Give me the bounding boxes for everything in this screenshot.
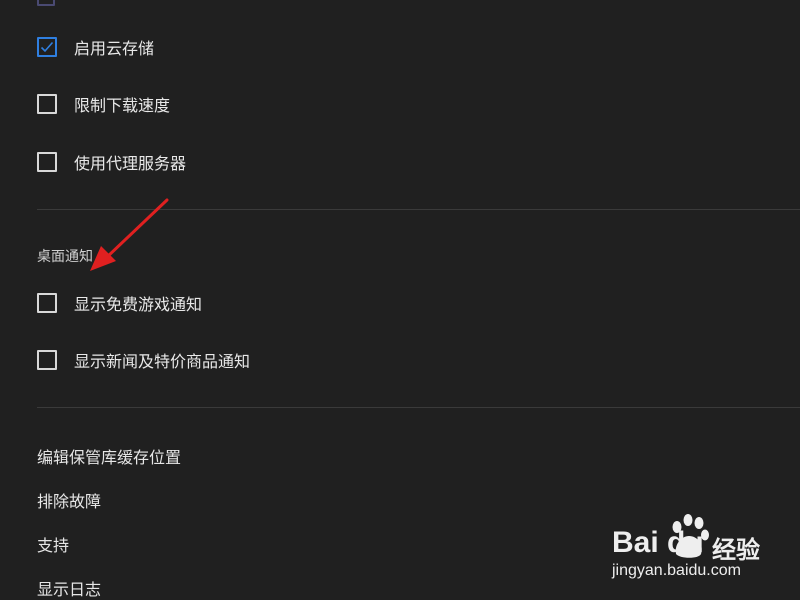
free-games-notification-label: 显示免费游戏通知: [74, 295, 203, 314]
section-divider: [37, 209, 800, 210]
limit-download-speed-checkbox[interactable]: [37, 94, 57, 114]
section-divider: [37, 407, 800, 408]
baidu-jingyan-watermark: Bai du 经验 jingyan.baidu.com: [612, 514, 792, 584]
enable-cloud-storage-checkbox-row[interactable]: 启用云存储: [37, 35, 154, 59]
news-deals-notification-label: 显示新闻及特价商品通知: [74, 352, 251, 371]
use-proxy-server-checkbox[interactable]: [37, 152, 57, 172]
troubleshoot-link[interactable]: 排除故障: [37, 488, 101, 512]
limit-download-speed-checkbox-row[interactable]: 限制下载速度: [37, 92, 170, 116]
desktop-notifications-heading: 桌面通知: [37, 249, 93, 265]
show-logs-link[interactable]: 显示日志: [37, 576, 101, 600]
checkmark-icon: [40, 41, 54, 53]
enable-cloud-storage-checkbox[interactable]: [37, 37, 57, 57]
enable-cloud-storage-label: 启用云存储: [74, 39, 155, 58]
free-games-notification-checkbox-row[interactable]: 显示免费游戏通知: [37, 291, 202, 315]
news-deals-notification-checkbox[interactable]: [37, 350, 57, 370]
checkbox-partial-top[interactable]: [37, 0, 55, 6]
news-deals-notification-checkbox-row[interactable]: 显示新闻及特价商品通知: [37, 348, 250, 372]
watermark-suffix: 经验: [712, 536, 760, 564]
use-proxy-server-label: 使用代理服务器: [74, 154, 187, 173]
free-games-notification-checkbox[interactable]: [37, 293, 57, 313]
paw-logo-icon: [672, 514, 709, 558]
edit-vault-cache-location-link[interactable]: 编辑保管库缓存位置: [37, 444, 181, 468]
support-link[interactable]: 支持: [37, 532, 69, 556]
use-proxy-server-checkbox-row[interactable]: 使用代理服务器: [37, 150, 186, 174]
watermark-url: jingyan.baidu.com: [612, 562, 741, 579]
limit-download-speed-label: 限制下载速度: [74, 96, 171, 115]
